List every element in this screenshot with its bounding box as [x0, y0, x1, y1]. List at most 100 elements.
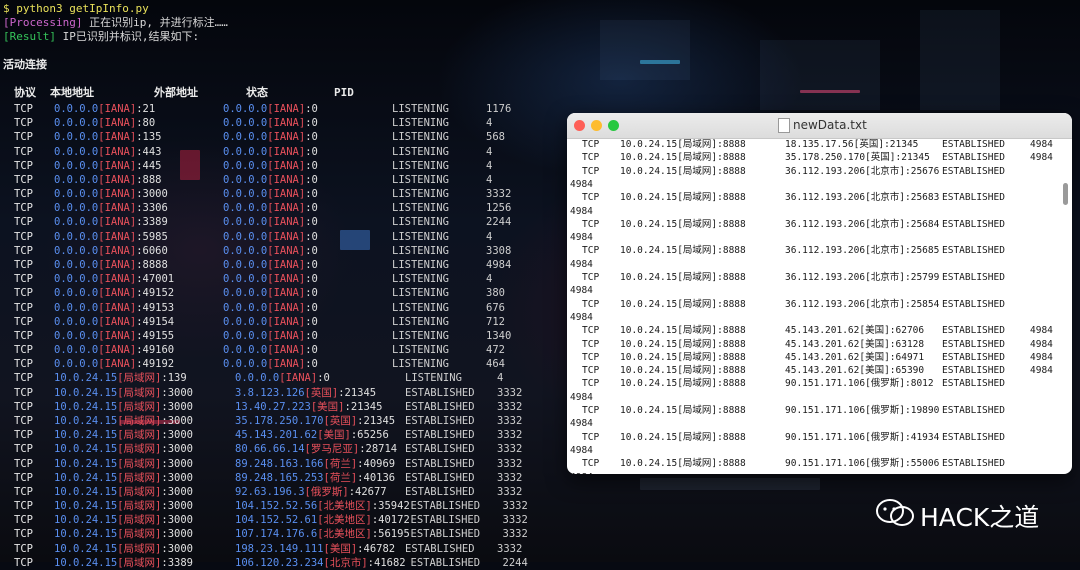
state-text: LISTENING [392, 273, 449, 286]
state-text: LISTENING [392, 117, 449, 130]
local-port: :21 [136, 103, 156, 115]
state-text: LISTENING [392, 344, 449, 357]
remote-location-tag: [IANA] [279, 372, 318, 385]
remote-port: :42677 [348, 485, 387, 498]
local-address-cell: 10.0.24.15[局域网]:139 [54, 371, 187, 385]
pid-text: 4984 [1030, 325, 1053, 337]
state-text: ESTABLISHED [405, 542, 475, 555]
local-address-cell: 0.0.0.0[IANA]:49160 [54, 343, 174, 357]
local-address: 10.0.24.15[局域网]:8888 [620, 365, 746, 377]
bg-neon [640, 478, 820, 490]
protocol-text: TCP [582, 458, 600, 470]
state-text: LISTENING [392, 159, 449, 172]
remote-port: :0 [317, 372, 330, 385]
local-port: :3000 [161, 485, 193, 498]
remote-port: :0 [305, 202, 318, 215]
protocol-text: TCP [14, 528, 33, 541]
remote-ip: 107.174.176.6 [235, 528, 318, 541]
remote-location-tag: [IANA] [267, 301, 306, 314]
wrapped-pid: 4984 [570, 311, 593, 323]
result-message: IP已识别并标识,结果如下: [62, 30, 200, 43]
local-ip: 0.0.0.0 [54, 344, 99, 357]
state-text: ESTABLISHED [942, 405, 1005, 416]
local-address: 10.0.24.15[局域网]:8888 [620, 165, 746, 177]
pid-text: 2244 [486, 216, 512, 229]
pid-cell: 676 [486, 301, 505, 315]
remote-port: :21345 [344, 400, 383, 413]
remote-location-tag: [IANA] [267, 145, 306, 158]
state-text: ESTABLISHED [405, 457, 475, 470]
pid-text: 4 [486, 145, 493, 158]
local-port: :49153 [136, 301, 175, 314]
foreign-address-cell: 89.248.163.166[荷兰]:40969 [235, 457, 395, 471]
state-cell: ESTABLISHED [405, 471, 475, 485]
pid-cell: 3332 [497, 414, 522, 428]
remote-location-tag: [北美地区] [317, 500, 372, 513]
file-line: TCP 10.0.24.15[局域网]:8888 45.143.201.62[美国]… [567, 324, 1057, 337]
state-text: LISTENING [392, 329, 449, 342]
file-line: 4984 [567, 311, 1057, 324]
local-address-cell: 0.0.0.0[IANA]:6060 [54, 244, 168, 258]
state-cell: LISTENING [392, 215, 449, 229]
close-button[interactable] [574, 120, 585, 131]
local-port: :8888 [136, 258, 168, 271]
local-address: 10.0.24.15[局域网]:8888 [620, 298, 746, 310]
scrollbar-thumb[interactable] [1063, 183, 1068, 205]
local-location-tag: [局域网] [117, 429, 162, 442]
pid-text: 4 [486, 159, 493, 172]
table-row: TCP 10.0.24.15[局域网]:3000 89.248.165.253[荷兰… [0, 471, 560, 485]
remote-location-tag: [荷兰] [323, 457, 358, 470]
remote-port: :28714 [359, 443, 398, 456]
file-content[interactable]: TCP 10.0.24.15[局域网]:8888 18.135.17.56[英国]:… [567, 139, 1072, 474]
pid-text: 1176 [486, 103, 512, 115]
pid-cell: 3332 [486, 187, 511, 201]
foreign-address-cell: 0.0.0.0[IANA]:0 [223, 215, 318, 229]
text-editor-window[interactable]: newData.txt TCP 10.0.24.15[局域网]:8888 18.13… [567, 113, 1072, 474]
remote-port: :0 [305, 145, 318, 158]
state-text: LISTENING [392, 301, 449, 314]
local-location-tag: [IANA] [98, 358, 137, 371]
local-port: :3000 [161, 414, 193, 427]
maximize-button[interactable] [608, 120, 619, 131]
pid-cell: 4 [497, 371, 503, 385]
remote-location-tag: [IANA] [267, 273, 306, 286]
bg-building [760, 40, 880, 110]
file-line: TCP 10.0.24.15[局域网]:8888 45.143.201.62[美国]… [567, 351, 1057, 364]
table-header: 协议 本地地址 外部地址 状态 PID [0, 86, 560, 100]
protocol-cell: TCP [14, 357, 33, 371]
foreign-address-cell: 45.143.201.62[美国]:65256 [235, 428, 389, 442]
bg-building [920, 10, 1000, 110]
protocol-text: TCP [582, 405, 600, 416]
minimize-button[interactable] [591, 120, 602, 131]
local-location-tag: [IANA] [98, 188, 137, 201]
table-row: TCP 0.0.0.0[IANA]:3000 0.0.0.0[IANA]:0 LIST… [0, 187, 560, 201]
foreign-address: 35.178.250.170[英国]:21345 [785, 152, 930, 164]
state-cell: ESTABLISHED [405, 386, 475, 400]
foreign-address-cell: 0.0.0.0[IANA]:0 [223, 173, 318, 187]
foreign-address-cell: 0.0.0.0[IANA]:0 [223, 244, 318, 258]
state-cell: ESTABLISHED [405, 442, 475, 456]
local-address-cell: 10.0.24.15[局域网]:3000 [54, 428, 193, 442]
wrapped-pid: 4984 [570, 418, 593, 430]
state-text: ESTABLISHED [942, 325, 1005, 337]
protocol-text: TCP [14, 471, 33, 484]
remote-location-tag: [北京市] [323, 556, 368, 569]
bg-neon [800, 90, 860, 93]
remote-ip: 0.0.0.0 [223, 244, 268, 257]
state-text: ESTABLISHED [405, 443, 475, 456]
pid-text: 4984 [1030, 152, 1053, 164]
local-location-tag: [IANA] [98, 202, 137, 215]
state-text: ESTABLISHED [405, 414, 475, 427]
pid-cell: 3332 [497, 471, 522, 485]
window-titlebar[interactable]: newData.txt [567, 113, 1072, 139]
local-location-tag: [IANA] [98, 216, 137, 229]
watermark: HACK之道 [870, 496, 1060, 532]
remote-port: :0 [305, 287, 318, 300]
remote-port: :0 [305, 216, 318, 229]
file-line: TCP 10.0.24.15[局域网]:8888 36.112.193.206[北京… [567, 218, 1057, 231]
protocol-text: TCP [14, 457, 33, 470]
state-text: ESTABLISHED [410, 500, 481, 513]
local-port: :445 [136, 159, 162, 172]
local-port: :3000 [136, 188, 168, 201]
protocol-cell: TCP [14, 343, 33, 357]
